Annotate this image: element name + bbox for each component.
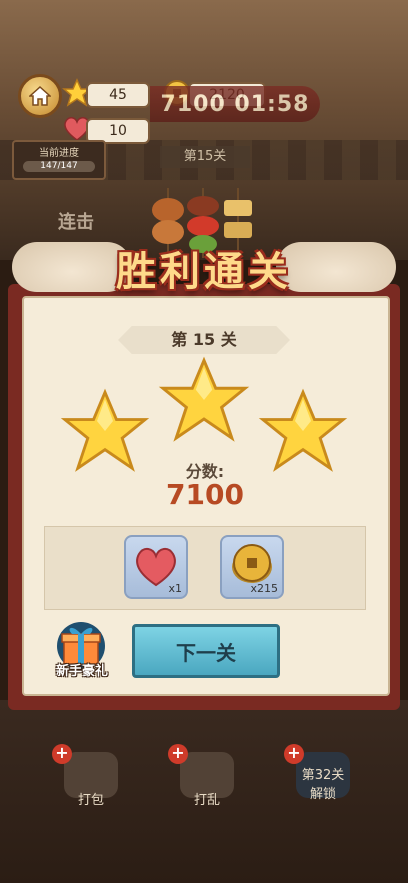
reward-coin: x215 [220,535,284,599]
victory-title: 胜利通关 [116,248,292,295]
reward-heart: x1 [124,535,188,599]
add-badge-icon: + [168,744,188,764]
newbie-gift-label: 新手豪礼 [55,664,108,679]
progress-bar: 147/147 [23,161,95,172]
combo-text: 连击 [58,212,94,233]
tool-locked[interactable]: + 第32关 解锁 [284,744,358,812]
current-level-label: 第15关 [160,146,250,168]
tool-shuffle[interactable]: + 打乱 [168,744,242,812]
tool-locked-label: 第32关 解锁 [301,768,345,802]
next-level-button[interactable]: 下一关 [132,624,280,678]
home-button[interactable] [18,74,62,118]
stars-count: 45 [86,82,150,108]
star-right-icon [258,388,348,472]
star-center-icon [158,356,250,442]
add-badge-icon: + [284,744,304,764]
level-ribbon: 第 15 关 [118,326,290,354]
reward-coin-qty: x215 [250,582,278,595]
progress-panel: 当前进度 147/147 [12,140,106,180]
tool-pack[interactable]: + 打包 [52,744,126,812]
star-left-icon [60,388,150,472]
rewards-area [44,526,366,610]
tool-shuffle-label: 打乱 [193,793,220,808]
score-value: 7100 [166,478,244,511]
reward-heart-qty: x1 [168,582,182,595]
home-icon [29,85,51,106]
add-badge-icon: + [52,744,72,764]
score-timer-banner: 7100 01:58 [150,86,320,122]
progress-label: 当前进度 [39,148,79,159]
tool-pack-label: 打包 [77,793,104,808]
progress-value: 147/147 [40,161,78,171]
